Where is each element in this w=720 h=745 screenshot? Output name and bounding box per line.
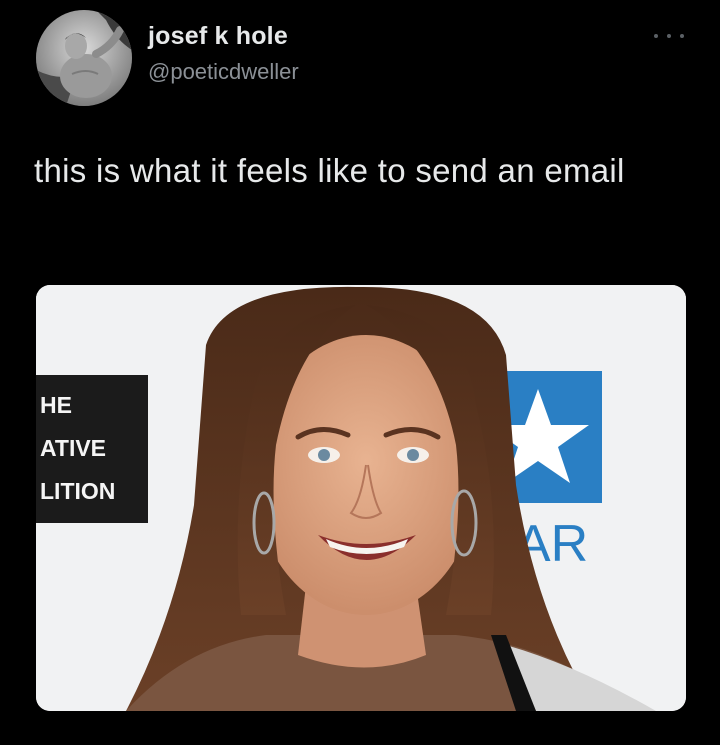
backdrop-line-2: ATIVE [40, 435, 106, 461]
tweet-text: this is what it feels like to send an em… [34, 152, 625, 189]
tweet: josef k hole @poeticdweller this is what… [0, 0, 720, 745]
media-photo: HE ATIVE LITION TAR [36, 285, 686, 711]
display-name[interactable]: josef k hole [148, 22, 288, 51]
handle[interactable]: @poeticdweller [148, 59, 299, 85]
more-options-button[interactable] [654, 28, 684, 44]
backdrop-line-1: HE [40, 392, 72, 418]
avatar-photo-icon [36, 10, 132, 106]
backdrop-line-3: LITION [40, 478, 115, 504]
avatar[interactable] [36, 10, 132, 106]
ellipsis-icon [654, 34, 658, 38]
tweet-media[interactable]: HE ATIVE LITION TAR [36, 285, 686, 711]
